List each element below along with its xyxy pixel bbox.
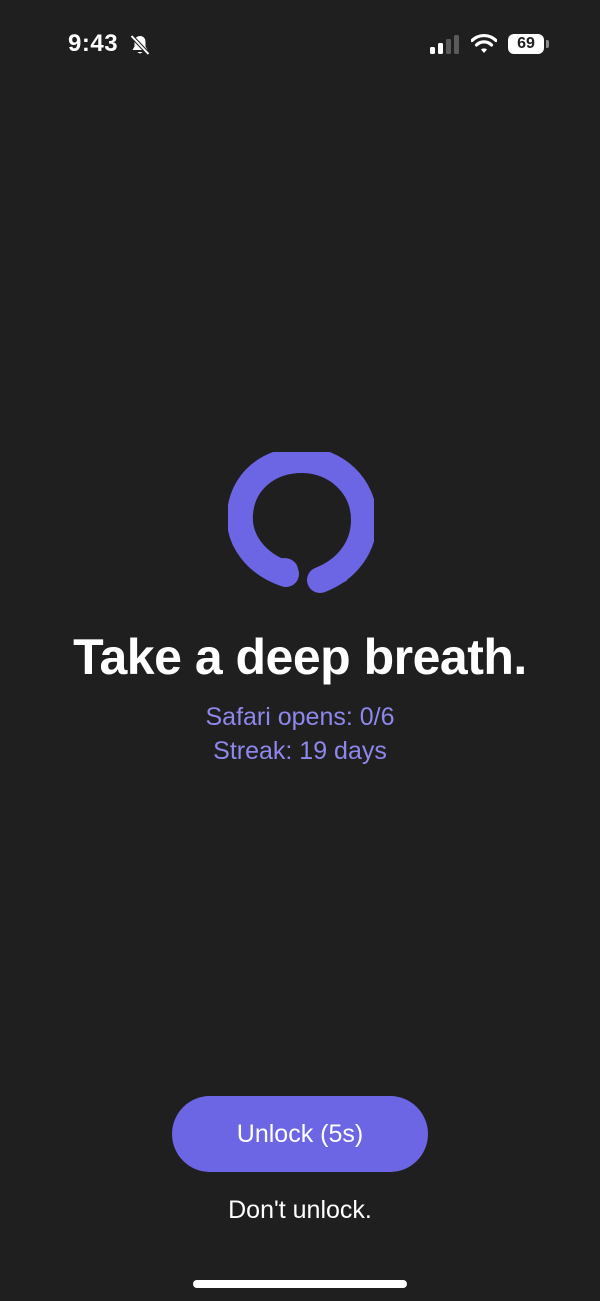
battery-icon: 69 [508, 34, 544, 54]
dont-unlock-button[interactable]: Don't unlock. [0, 1196, 600, 1225]
unlock-button[interactable]: Unlock (5s) [172, 1096, 428, 1172]
home-indicator[interactable] [193, 1280, 407, 1288]
signal-icon [430, 35, 459, 54]
opens-count: Safari opens: 0/6 [205, 703, 395, 731]
battery-cap [546, 40, 549, 48]
battery-level: 69 [517, 35, 535, 52]
bell-muted-icon [130, 34, 150, 56]
page-title: Take a deep breath. [73, 629, 527, 685]
enso-circle-icon [228, 452, 374, 593]
status-bar: 9:43 69 [0, 0, 600, 90]
wifi-icon [471, 33, 497, 53]
status-time: 9:43 [68, 30, 119, 57]
streak-count: Streak: 19 days [213, 737, 387, 765]
